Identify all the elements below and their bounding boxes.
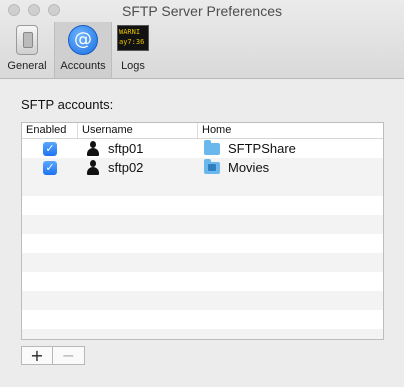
enabled-checkbox[interactable]: ✓ — [43, 160, 57, 175]
tab-accounts-label: Accounts — [60, 60, 106, 72]
tab-accounts[interactable]: @ Accounts — [54, 22, 112, 78]
preferences-window: SFTP Server Preferences General @ Accoun… — [0, 0, 404, 387]
enabled-cell: ✓ — [22, 160, 78, 175]
table-row[interactable]: ✓ sftp01 SFTPShare — [22, 139, 383, 158]
remove-account-button[interactable]: − — [53, 346, 85, 365]
username-cell: sftp01 — [78, 141, 198, 156]
home-text: SFTPShare — [228, 141, 296, 156]
at-sign-icon: @ — [68, 25, 98, 55]
table-row[interactable]: ✓ sftp02 Movies — [22, 158, 383, 177]
username-cell: sftp02 — [78, 160, 198, 175]
home-text: Movies — [228, 160, 270, 175]
add-account-button[interactable]: + — [21, 346, 53, 365]
tab-general[interactable]: General — [0, 22, 54, 78]
table-header: Enabled Username Home — [22, 123, 383, 139]
column-header-username[interactable]: Username — [78, 123, 198, 138]
username-text: sftp02 — [108, 160, 144, 175]
window-title: SFTP Server Preferences — [121, 3, 283, 19]
add-remove-buttons: + − — [21, 346, 85, 365]
terminal-log-icon: WARNI ay7:36 — [117, 25, 149, 51]
tab-logs-label: Logs — [121, 60, 145, 72]
folder-icon — [204, 139, 220, 155]
enabled-checkbox[interactable]: ✓ — [43, 141, 57, 156]
enabled-cell: ✓ — [22, 141, 78, 156]
column-header-home[interactable]: Home — [198, 123, 383, 138]
switch-icon — [16, 25, 38, 55]
username-text: sftp01 — [108, 141, 144, 156]
column-header-enabled[interactable]: Enabled — [22, 123, 78, 138]
log-icon-line-1: WARNI — [119, 28, 141, 36]
user-icon — [86, 160, 100, 175]
user-icon — [86, 141, 100, 156]
home-cell: SFTPShare — [198, 139, 383, 156]
log-icon-line-2: ay7:36 — [119, 38, 145, 46]
table-body: ✓ sftp01 SFTPShare ✓ sftp02 Movies — [22, 139, 383, 177]
empty-rows — [22, 177, 383, 339]
section-label: SFTP accounts: — [21, 97, 114, 112]
preferences-toolbar: General @ Accounts WARNI ay7:36 Logs — [0, 22, 154, 78]
movies-folder-icon — [204, 158, 220, 174]
tab-general-label: General — [7, 60, 47, 72]
accounts-table: Enabled Username Home ✓ sftp01 SFTPShare — [21, 122, 384, 340]
titlebar: SFTP Server Preferences General @ Accoun… — [0, 0, 404, 79]
tab-logs[interactable]: WARNI ay7:36 Logs — [112, 22, 154, 78]
home-cell: Movies — [198, 158, 383, 175]
